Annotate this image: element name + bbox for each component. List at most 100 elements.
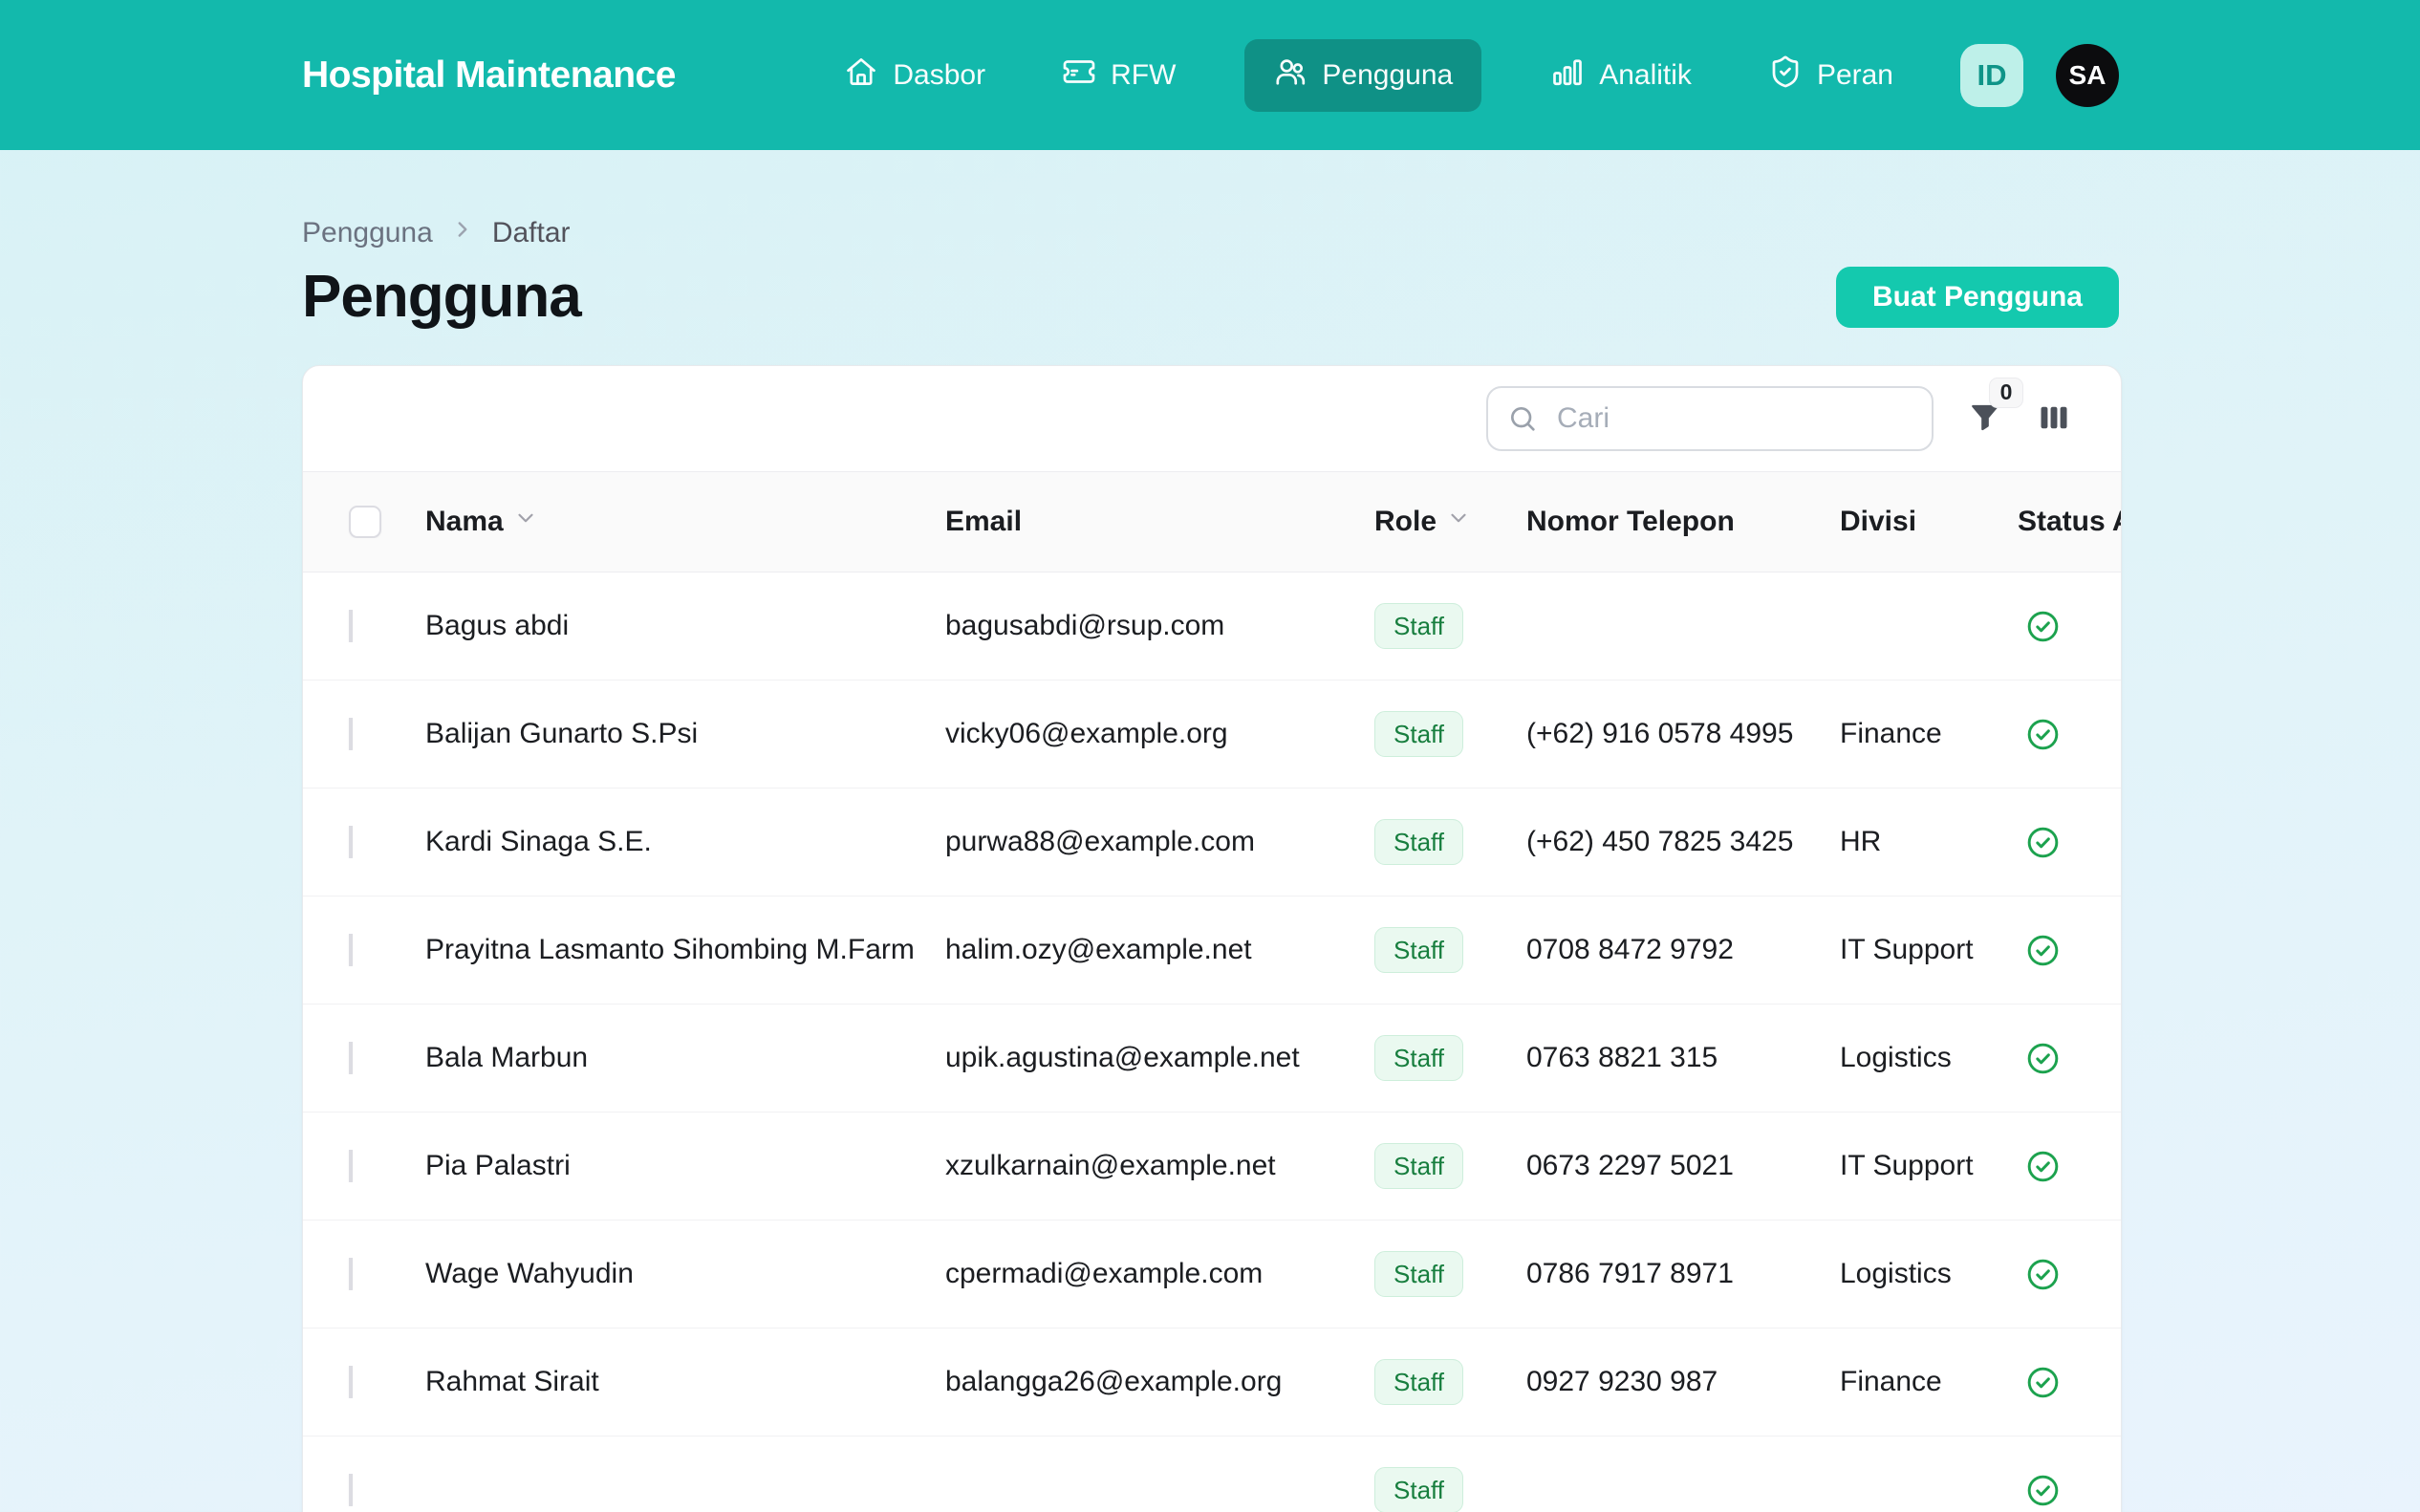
column-header-email[interactable]: Email: [945, 506, 1374, 538]
status-active-icon: [2025, 825, 2061, 860]
column-header-nama[interactable]: Nama: [425, 506, 945, 538]
cell-name: Balijan Gunarto S.Psi: [425, 718, 945, 750]
search-icon: [1507, 403, 1538, 434]
cell-name: Bagus abdi: [425, 610, 945, 642]
cell-phone: (+62) 450 7825 3425: [1526, 826, 1840, 858]
chevron-down-icon: [513, 506, 538, 538]
filter-count-badge: 0: [1989, 378, 2023, 408]
app-header: Hospital Maintenance Dasbor RFW Pengguna…: [0, 0, 2420, 150]
filter-button[interactable]: 0: [1968, 400, 2002, 438]
status-active-icon: [2025, 1257, 2061, 1292]
column-label: Email: [945, 506, 1022, 538]
chevron-down-icon: [1446, 506, 1471, 538]
table-row[interactable]: Bagus abdi bagusabdi@rsup.com Staff: [303, 572, 2121, 680]
cell-division: Logistics: [1840, 1042, 2018, 1074]
column-header-status[interactable]: Status A: [2018, 506, 2121, 538]
table-row[interactable]: Prayitna Lasmanto Sihombing M.Farm halim…: [303, 896, 2121, 1004]
users-table-card: 0 Nama Email Role Nomor Telepon: [302, 365, 2122, 1512]
nav-label: Dasbor: [893, 59, 985, 92]
cell-division: Finance: [1840, 718, 2018, 750]
locale-badge[interactable]: ID: [1960, 44, 2023, 107]
nav-item-analitik[interactable]: Analitik: [1543, 39, 1699, 112]
column-header-telepon[interactable]: Nomor Telepon: [1526, 506, 1840, 538]
cell-phone: (+62) 916 0578 4995: [1526, 718, 1840, 750]
page-content: Pengguna Daftar Pengguna Buat Pengguna 0: [0, 217, 2420, 1512]
role-badge: Staff: [1374, 711, 1463, 757]
cell-name: Rahmat Sirait: [425, 1366, 945, 1398]
row-checkbox[interactable]: [349, 1258, 353, 1290]
app-title: Hospital Maintenance: [302, 54, 676, 97]
cell-name: Prayitna Lasmanto Sihombing M.Farm: [425, 934, 945, 966]
select-all-checkbox[interactable]: [349, 506, 381, 538]
status-active-icon: [2025, 1473, 2061, 1508]
breadcrumb-current: Daftar: [492, 217, 571, 249]
cell-division: Logistics: [1840, 1258, 2018, 1290]
column-header-role[interactable]: Role: [1374, 506, 1526, 538]
role-badge: Staff: [1374, 1035, 1463, 1081]
table-row[interactable]: Staff: [303, 1436, 2121, 1512]
nav-item-peran[interactable]: Peran: [1761, 39, 1901, 112]
columns-button[interactable]: [2037, 400, 2071, 438]
table-row[interactable]: Pia Palastri xzulkarnain@example.net Sta…: [303, 1112, 2121, 1220]
cell-email: bagusabdi@rsup.com: [945, 610, 1374, 642]
table-row[interactable]: Kardi Sinaga S.E. purwa88@example.com St…: [303, 788, 2121, 896]
nav-label: Pengguna: [1322, 59, 1453, 92]
avatar[interactable]: SA: [2056, 44, 2119, 107]
main-nav: Dasbor RFW Pengguna Analitik Peran: [836, 39, 1901, 112]
status-active-icon: [2025, 609, 2061, 644]
nav-label: Peran: [1817, 59, 1893, 92]
columns-icon: [2037, 400, 2071, 438]
column-header-divisi[interactable]: Divisi: [1840, 506, 2018, 538]
table-row[interactable]: Balijan Gunarto S.Psi vicky06@example.or…: [303, 680, 2121, 788]
page-title: Pengguna: [302, 263, 581, 331]
home-icon: [844, 54, 878, 97]
row-checkbox[interactable]: [349, 826, 353, 858]
nav-label: RFW: [1111, 59, 1176, 92]
breadcrumb: Pengguna Daftar: [302, 217, 2119, 249]
status-active-icon: [2025, 1149, 2061, 1184]
row-checkbox[interactable]: [349, 1474, 353, 1506]
role-badge: Staff: [1374, 927, 1463, 973]
cell-email: cpermadi@example.com: [945, 1258, 1374, 1290]
role-badge: Staff: [1374, 1467, 1463, 1512]
cell-division: IT Support: [1840, 934, 2018, 966]
status-active-icon: [2025, 717, 2061, 752]
row-checkbox[interactable]: [349, 1042, 353, 1074]
row-checkbox[interactable]: [349, 1366, 353, 1398]
role-badge: Staff: [1374, 603, 1463, 649]
cell-name: Kardi Sinaga S.E.: [425, 826, 945, 858]
status-active-icon: [2025, 933, 2061, 968]
role-badge: Staff: [1374, 1251, 1463, 1297]
cell-email: upik.agustina@example.net: [945, 1042, 1374, 1074]
row-checkbox[interactable]: [349, 610, 353, 642]
create-user-button[interactable]: Buat Pengguna: [1836, 267, 2119, 328]
table-toolbar: 0: [303, 366, 2121, 471]
breadcrumb-section[interactable]: Pengguna: [302, 217, 433, 249]
cell-name: Pia Palastri: [425, 1150, 945, 1182]
cell-phone: 0786 7917 8971: [1526, 1258, 1840, 1290]
cell-phone: 0673 2297 5021: [1526, 1150, 1840, 1182]
users-icon: [1273, 54, 1307, 97]
page-head: Pengguna Buat Pengguna: [302, 263, 2119, 331]
table-row[interactable]: Bala Marbun upik.agustina@example.net St…: [303, 1004, 2121, 1112]
nav-item-pengguna[interactable]: Pengguna: [1244, 39, 1481, 112]
cell-email: purwa88@example.com: [945, 826, 1374, 858]
row-checkbox[interactable]: [349, 718, 353, 750]
cell-phone: 0927 9230 987: [1526, 1366, 1840, 1398]
chevron-right-icon: [450, 217, 475, 249]
role-badge: Staff: [1374, 1359, 1463, 1405]
column-label: Role: [1374, 506, 1437, 538]
nav-item-rfw[interactable]: RFW: [1054, 39, 1183, 112]
row-checkbox[interactable]: [349, 934, 353, 966]
nav-label: Analitik: [1599, 59, 1692, 92]
table-row[interactable]: Rahmat Sirait balangga26@example.org Sta…: [303, 1328, 2121, 1436]
cell-phone: 0708 8472 9792: [1526, 934, 1840, 966]
cell-email: halim.ozy@example.net: [945, 934, 1374, 966]
search-input[interactable]: [1486, 386, 1934, 451]
table-row[interactable]: Wage Wahyudin cpermadi@example.com Staff…: [303, 1220, 2121, 1328]
nav-item-dasbor[interactable]: Dasbor: [836, 39, 993, 112]
table-header-row: Nama Email Role Nomor Telepon Divisi Sta…: [303, 471, 2121, 572]
role-badge: Staff: [1374, 1143, 1463, 1189]
header-right: ID SA: [1960, 44, 2119, 107]
row-checkbox[interactable]: [349, 1150, 353, 1182]
